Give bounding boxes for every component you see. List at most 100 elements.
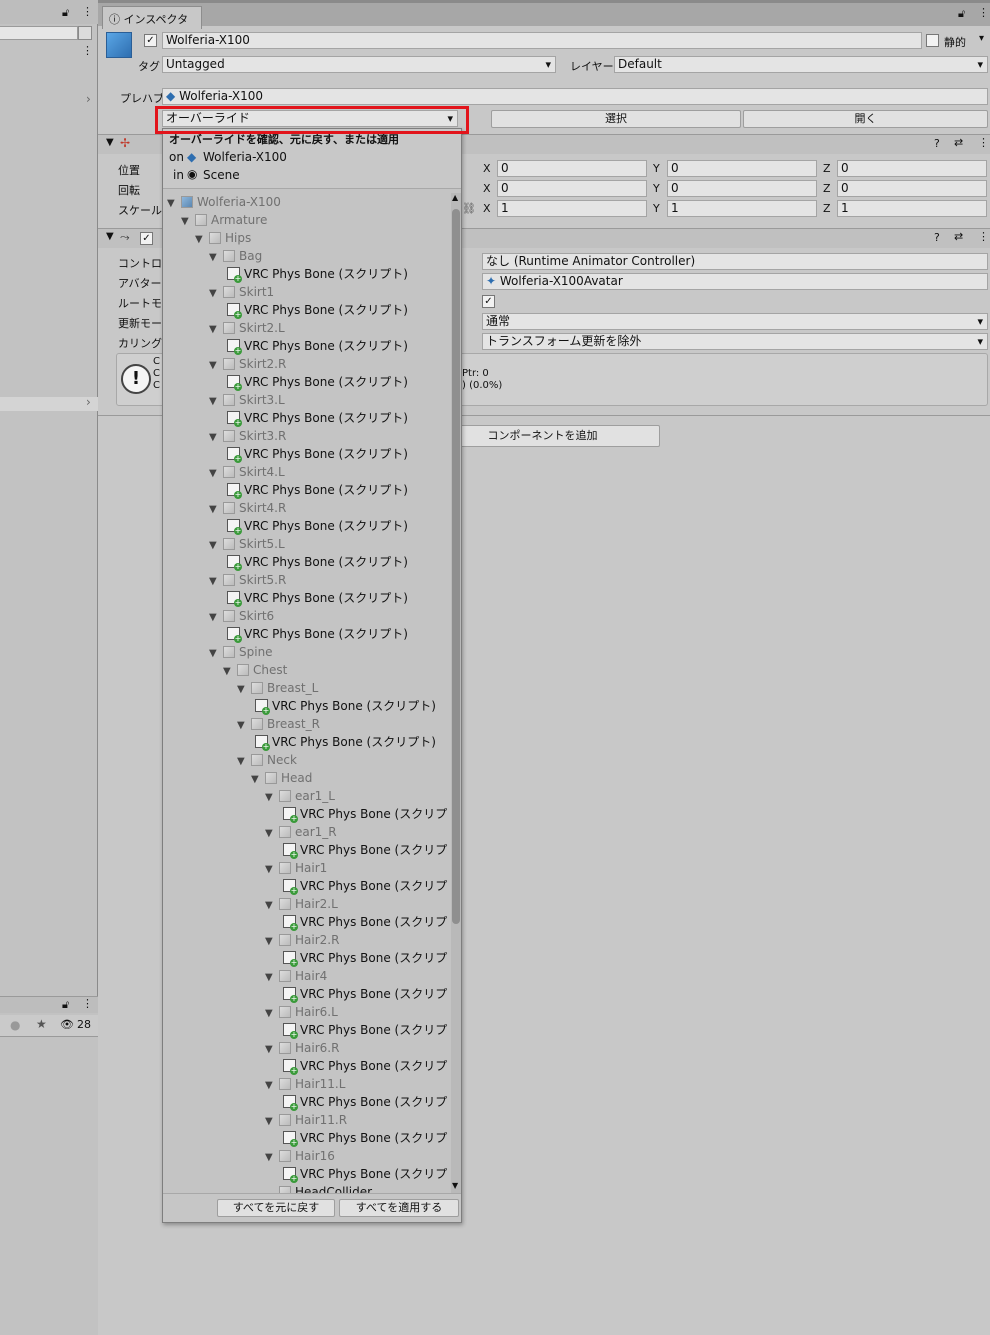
tree-node-row[interactable]: ▼ ear1_L — [265, 787, 335, 805]
foldout-triangle-icon[interactable]: ▼ — [237, 681, 251, 699]
search-options-icon[interactable] — [78, 26, 92, 40]
tree-node-row[interactable]: ▼ Skirt4.R — [209, 499, 286, 517]
tree-node-row[interactable]: ▼ Skirt1 — [209, 283, 274, 301]
tree-node-row[interactable]: ▼ Breast_R — [237, 715, 320, 733]
tree-node-row[interactable]: ▼ Skirt5.R — [209, 571, 286, 589]
tree-component-row[interactable]: VRC Phys Bone (スクリプト) — [227, 337, 408, 355]
active-checkbox[interactable]: ✓ — [144, 34, 157, 47]
tree-node-row[interactable]: ▼ Hair2.L — [265, 895, 338, 913]
revert-all-button[interactable]: すべてを元に戻す — [217, 1199, 335, 1217]
tree-node-row[interactable]: ▼ Skirt4.L — [209, 463, 285, 481]
constrain-proportions-icon[interactable]: ⛓ — [462, 202, 476, 215]
scrollbar-thumb[interactable] — [452, 209, 460, 924]
tree-node-row[interactable]: ▼ Head — [251, 769, 312, 787]
lock-icon[interactable]: 🔓︎ — [62, 6, 69, 20]
scale-z-input[interactable]: 1 — [837, 200, 987, 217]
rotation-x-input[interactable]: 0 — [497, 180, 647, 197]
tree-component-row[interactable]: VRC Phys Bone (スクリプト) — [227, 553, 408, 571]
scale-x-input[interactable]: 1 — [497, 200, 647, 217]
tree-component-row[interactable]: VRC Phys Bone (スクリプト) — [227, 625, 408, 643]
tree-node-row[interactable]: ▼ Skirt2.R — [209, 355, 286, 373]
tree-component-row[interactable]: VRC Phys Bone (スクリプト — [283, 949, 453, 967]
foldout-triangle-icon[interactable]: ▼ — [209, 609, 223, 627]
animator-enabled-checkbox[interactable]: ✓ — [140, 232, 153, 245]
tree-node-row[interactable]: ▼ Hair11.R — [265, 1111, 347, 1129]
settings-sliders-icon[interactable]: ⇄ — [954, 230, 963, 243]
foldout-triangle-icon[interactable]: ▼ — [265, 897, 279, 915]
tree-node-row[interactable]: ▼ Wolferia-X100 — [167, 193, 281, 211]
tag-dropdown[interactable]: Untagged — [162, 56, 556, 73]
kebab-menu-icon[interactable]: ⋮ — [978, 136, 989, 149]
foldout-triangle-icon[interactable]: ▼ — [209, 249, 223, 267]
tree-node-row[interactable]: HeadCollider — [265, 1183, 372, 1193]
scale-y-input[interactable]: 1 — [667, 200, 817, 217]
foldout-triangle-icon[interactable]: ▼ — [209, 573, 223, 591]
tree-component-row[interactable]: VRC Phys Bone (スクリプト — [283, 841, 453, 859]
foldout-triangle-icon[interactable]: ▼ — [265, 825, 279, 843]
foldout-triangle-icon[interactable]: ▼ — [167, 195, 181, 213]
scroll-up-icon[interactable]: ▲ — [452, 193, 458, 202]
static-checkbox[interactable] — [926, 34, 939, 47]
tree-component-row[interactable]: VRC Phys Bone (スクリプト) — [227, 445, 408, 463]
foldout-triangle-icon[interactable]: ▼ — [181, 213, 195, 231]
tree-node-row[interactable]: ▼ ear1_R — [265, 823, 337, 841]
chevron-right-icon[interactable]: › — [86, 395, 91, 409]
foldout-triangle-icon[interactable]: ▼ — [223, 663, 237, 681]
foldout-triangle-icon[interactable]: ▼ — [265, 933, 279, 951]
tree-component-row[interactable]: VRC Phys Bone (スクリプト) — [227, 481, 408, 499]
layer-dropdown[interactable]: Default — [614, 56, 988, 73]
star-icon[interactable]: ★ — [36, 1017, 47, 1031]
position-y-input[interactable]: 0 — [667, 160, 817, 177]
kebab-menu-icon[interactable]: ⋮ — [82, 5, 93, 18]
tree-component-row[interactable]: VRC Phys Bone (スクリプト — [283, 1129, 453, 1147]
avatar-field[interactable]: ✦ Wolferia-X100Avatar — [482, 273, 988, 290]
tree-component-row[interactable]: VRC Phys Bone (スクリプト) — [227, 373, 408, 391]
lock-icon[interactable]: 🔓︎ — [958, 7, 965, 21]
controller-field[interactable]: なし (Runtime Animator Controller) — [482, 253, 988, 270]
foldout-triangle-icon[interactable]: ▼ — [209, 393, 223, 411]
rotation-y-input[interactable]: 0 — [667, 180, 817, 197]
tree-node-row[interactable]: ▼ Skirt2.L — [209, 319, 285, 337]
foldout-triangle-icon[interactable]: ▼ — [237, 717, 251, 735]
tree-node-row[interactable]: ▼ Hair1 — [265, 859, 327, 877]
tree-node-row[interactable]: ▼ Hair11.L — [265, 1075, 345, 1093]
foldout-triangle-icon[interactable]: ▼ — [265, 1113, 279, 1131]
tree-node-row[interactable]: ▼ Neck — [237, 751, 297, 769]
tree-component-row[interactable]: VRC Phys Bone (スクリプト — [283, 877, 453, 895]
hierarchy-search-input[interactable] — [0, 26, 78, 40]
foldout-triangle-icon[interactable]: ▼ — [209, 501, 223, 519]
lock-icon[interactable]: 🔓︎ — [62, 998, 69, 1012]
position-z-input[interactable]: 0 — [837, 160, 987, 177]
tree-component-row[interactable]: VRC Phys Bone (スクリプト) — [227, 265, 408, 283]
filter-icon[interactable]: ● — [10, 1018, 20, 1032]
tree-component-row[interactable]: VRC Phys Bone (スクリプト — [283, 913, 453, 931]
foldout-triangle-icon[interactable]: ▼ — [265, 789, 279, 807]
foldout-triangle-icon[interactable]: ▼ — [209, 357, 223, 375]
tree-node-row[interactable]: ▼ Breast_L — [237, 679, 318, 697]
root-motion-checkbox[interactable]: ✓ — [482, 295, 495, 308]
foldout-triangle-icon[interactable]: ▼ — [209, 285, 223, 303]
tree-node-row[interactable]: ▼ Hair6.R — [265, 1039, 339, 1057]
tree-component-row[interactable]: VRC Phys Bone (スクリプト) — [227, 517, 408, 535]
foldout-triangle-icon[interactable]: ▼ — [106, 231, 114, 242]
tree-node-row[interactable]: ▼ Hips — [195, 229, 251, 247]
foldout-triangle-icon[interactable]: ▼ — [209, 429, 223, 447]
kebab-menu-icon[interactable]: ⋮ — [978, 230, 989, 243]
tree-node-row[interactable]: ▼ Skirt3.R — [209, 427, 286, 445]
hidden-count-icon[interactable]: 👁︎ — [60, 1018, 74, 1031]
foldout-triangle-icon[interactable]: ▼ — [265, 1077, 279, 1095]
foldout-triangle-icon[interactable]: ▼ — [195, 231, 209, 249]
position-x-input[interactable]: 0 — [497, 160, 647, 177]
foldout-triangle-icon[interactable]: ▼ — [209, 465, 223, 483]
rotation-z-input[interactable]: 0 — [837, 180, 987, 197]
static-dropdown-icon[interactable]: ▾ — [979, 33, 984, 44]
tree-node-row[interactable]: ▼ Spine — [209, 643, 273, 661]
tree-component-row[interactable]: VRC Phys Bone (スクリプト) — [255, 733, 436, 751]
tree-component-row[interactable]: VRC Phys Bone (スクリプト) — [255, 697, 436, 715]
scroll-down-icon[interactable]: ▼ — [452, 1181, 458, 1190]
foldout-triangle-icon[interactable]: ▼ — [209, 321, 223, 339]
chevron-right-icon[interactable]: › — [86, 92, 91, 106]
tree-node-row[interactable]: ▼ Skirt5.L — [209, 535, 285, 553]
select-button[interactable]: 選択 — [491, 110, 741, 128]
foldout-triangle-icon[interactable]: ▼ — [209, 537, 223, 555]
